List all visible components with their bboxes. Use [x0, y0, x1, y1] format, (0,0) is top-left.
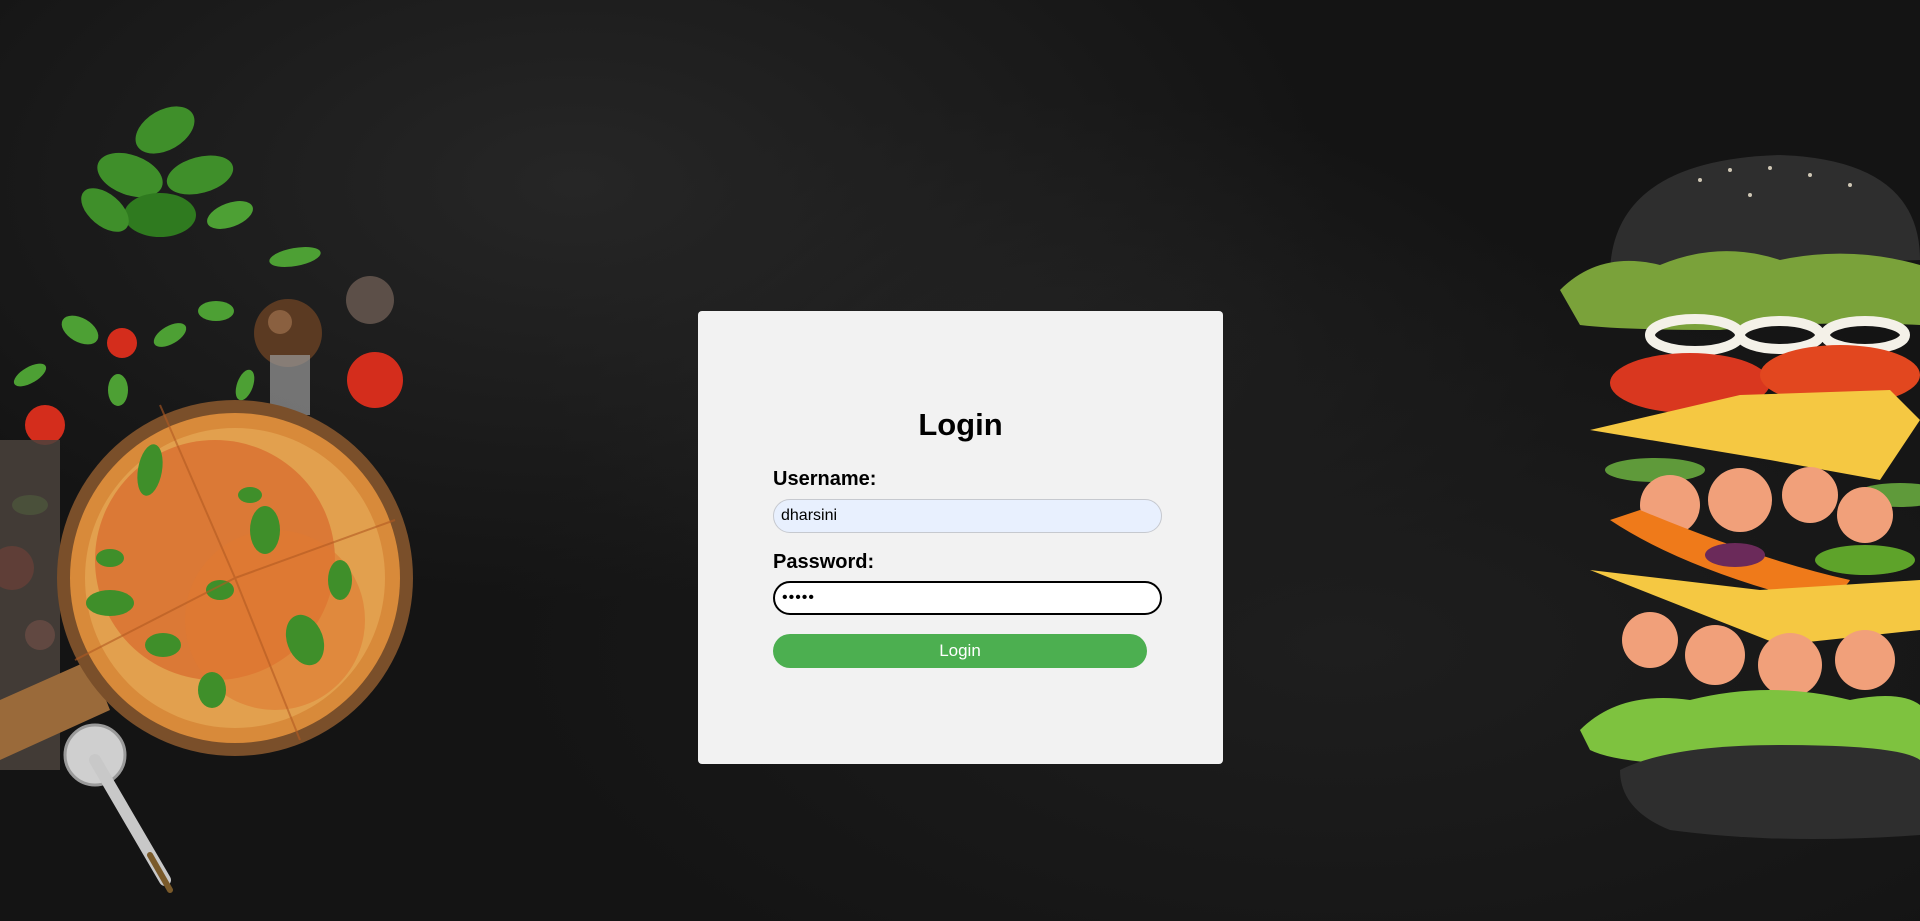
burger-illustration	[1560, 155, 1920, 839]
login-title: Login	[918, 407, 1003, 442]
login-card: Login Username: Password: Login	[698, 311, 1223, 764]
pizza-illustration	[0, 106, 413, 893]
username-input[interactable]	[773, 499, 1162, 533]
password-input[interactable]	[773, 581, 1162, 615]
burger-icon	[1560, 155, 1920, 839]
tomato-icon	[0, 328, 403, 650]
pizza-cutter-icon	[63, 723, 173, 893]
basil-icon	[81, 106, 321, 267]
pizza-icon	[57, 400, 413, 756]
username-label: Username:	[773, 468, 877, 490]
pepper-mill-icon	[254, 299, 322, 415]
login-button[interactable]: Login	[773, 634, 1147, 668]
password-label: Password:	[773, 551, 875, 573]
